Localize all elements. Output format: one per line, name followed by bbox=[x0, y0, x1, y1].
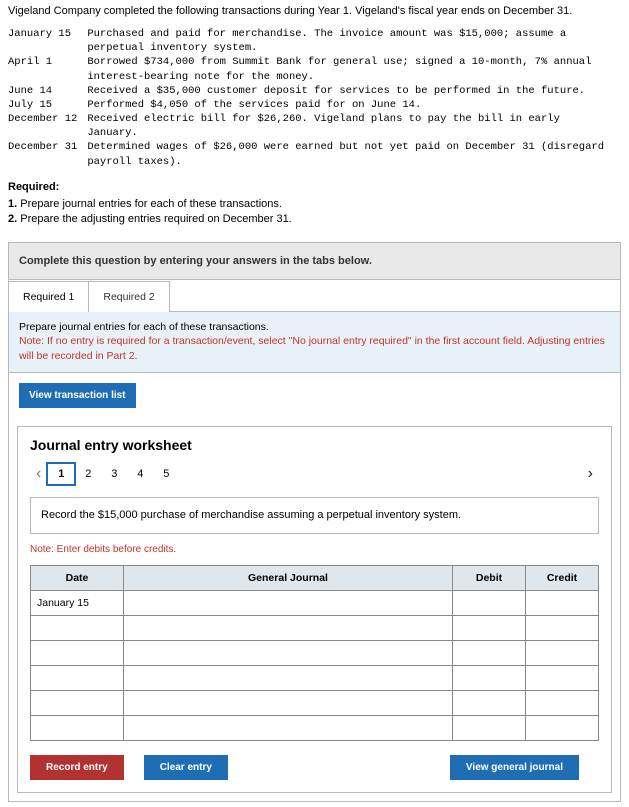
journal-entry-table: Date General Journal Debit Credit Januar… bbox=[30, 565, 599, 741]
table-row bbox=[31, 665, 599, 690]
tab-bar: Required 1 Required 2 bbox=[9, 280, 620, 312]
col-date: Date bbox=[31, 565, 124, 590]
step-nav: ‹ 1 2 3 4 5 › bbox=[30, 463, 599, 485]
debit-cell[interactable] bbox=[453, 590, 526, 615]
col-debit: Debit bbox=[453, 565, 526, 590]
date-cell[interactable]: January 15 bbox=[31, 590, 124, 615]
step-1[interactable]: 1 bbox=[47, 463, 75, 485]
col-credit: Credit bbox=[526, 565, 599, 590]
transactions-list: January 15Purchased and paid for merchan… bbox=[8, 27, 621, 169]
view-transaction-list-button[interactable]: View transaction list bbox=[19, 383, 136, 408]
debit-credit-note: Note: Enter debits before credits. bbox=[30, 544, 599, 555]
worksheet-title: Journal entry worksheet bbox=[30, 437, 599, 453]
answer-container: Complete this question by entering your … bbox=[8, 242, 621, 802]
step-2[interactable]: 2 bbox=[75, 464, 101, 484]
table-row: January 15 bbox=[31, 590, 599, 615]
clear-entry-button[interactable]: Clear entry bbox=[144, 755, 228, 780]
step-5[interactable]: 5 bbox=[153, 464, 179, 484]
tab-required-1[interactable]: Required 1 bbox=[9, 281, 89, 312]
step-3[interactable]: 3 bbox=[101, 464, 127, 484]
tab-instructions: Prepare journal entries for each of thes… bbox=[9, 312, 620, 373]
table-row bbox=[31, 690, 599, 715]
table-row bbox=[31, 615, 599, 640]
table-row bbox=[31, 715, 599, 740]
journal-worksheet: Journal entry worksheet ‹ 1 2 3 4 5 › Re… bbox=[17, 426, 612, 793]
action-buttons: Record entry Clear entry View general jo… bbox=[30, 755, 599, 780]
credit-cell[interactable] bbox=[526, 590, 599, 615]
required-heading: Required: bbox=[8, 181, 621, 193]
instruction-banner: Complete this question by entering your … bbox=[9, 243, 620, 280]
tab-required-2[interactable]: Required 2 bbox=[88, 281, 169, 312]
step-4[interactable]: 4 bbox=[127, 464, 153, 484]
account-cell[interactable] bbox=[124, 590, 453, 615]
entry-prompt: Record the $15,000 purchase of merchandi… bbox=[30, 497, 599, 534]
chevron-left-icon[interactable]: ‹ bbox=[30, 465, 47, 483]
chevron-right-icon[interactable]: › bbox=[582, 465, 599, 483]
col-journal: General Journal bbox=[124, 565, 453, 590]
required-list: 1. Prepare journal entries for each of t… bbox=[8, 197, 621, 228]
record-entry-button[interactable]: Record entry bbox=[30, 755, 124, 780]
view-general-journal-button[interactable]: View general journal bbox=[450, 755, 579, 780]
table-row bbox=[31, 640, 599, 665]
problem-intro: Vigeland Company completed the following… bbox=[8, 5, 621, 17]
